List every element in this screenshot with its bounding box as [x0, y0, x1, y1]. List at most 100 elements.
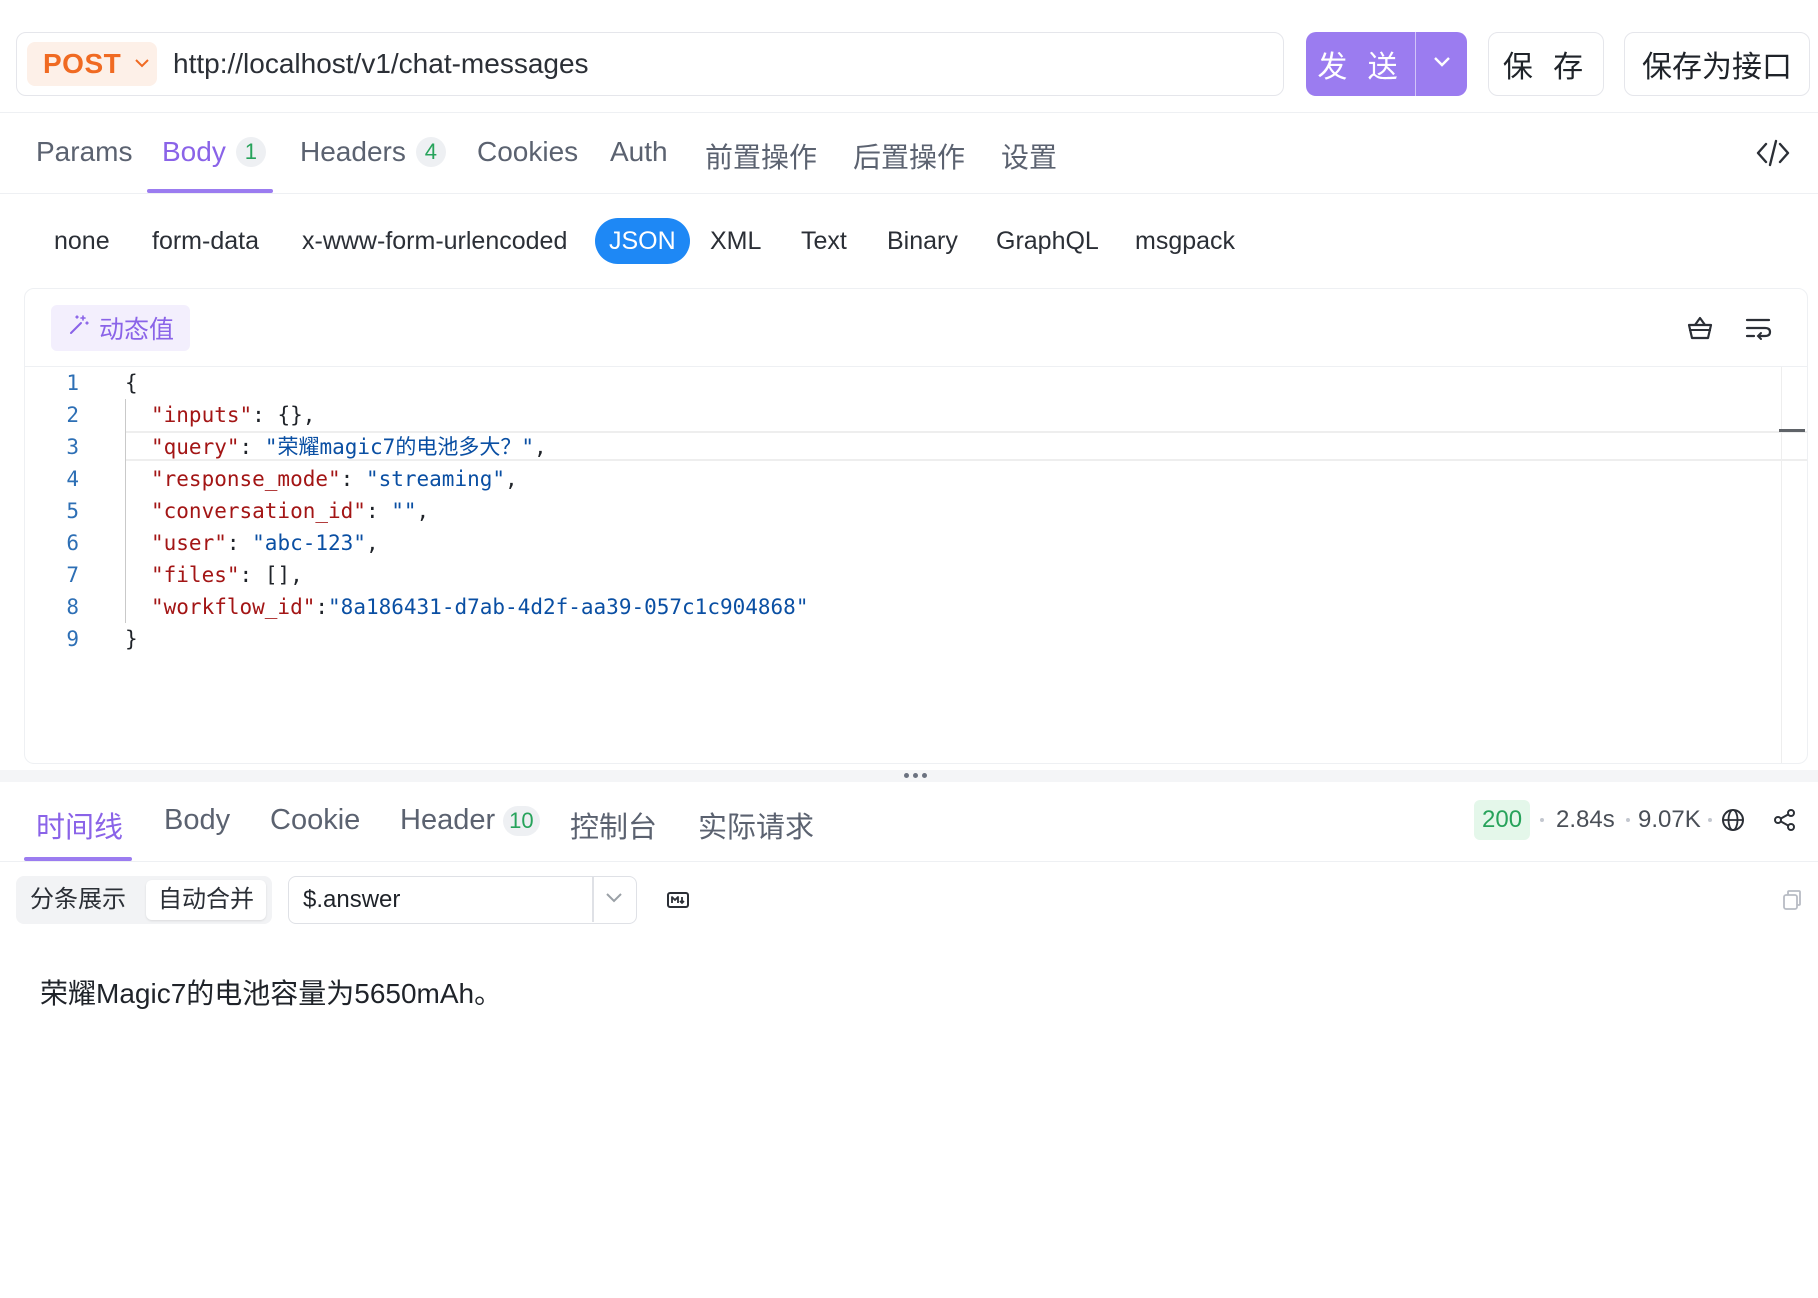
- tab-count-badge: 10: [503, 805, 540, 836]
- tab-auth[interactable]: Auth: [610, 136, 668, 168]
- body-type-xml[interactable]: XML: [710, 218, 761, 264]
- body-type-json[interactable]: JSON: [595, 218, 690, 264]
- tab-count-badge: 1: [235, 137, 266, 167]
- drag-handle-icon[interactable]: [904, 770, 928, 780]
- tab-label: Cookie: [270, 804, 361, 836]
- divider: [0, 112, 1818, 113]
- tab-timeline[interactable]: 时间线: [36, 804, 123, 846]
- editor-scrollbar[interactable]: [1781, 367, 1807, 763]
- tab-label: Header: [400, 804, 496, 836]
- save-button[interactable]: 保 存: [1488, 32, 1604, 96]
- tab-label: Body: [162, 136, 226, 167]
- json-value: []: [264, 563, 291, 587]
- split-display-option[interactable]: 分条展示: [18, 880, 138, 920]
- tab-settings[interactable]: 设置: [1001, 136, 1057, 176]
- separator-dot: [1540, 818, 1544, 822]
- code-line: "response_mode": "streaming",: [125, 463, 1781, 495]
- code-line: "query": "荣耀magic7的电池多大？",: [125, 431, 1781, 463]
- wrap-lines-icon[interactable]: [1743, 313, 1773, 348]
- json-value: "": [391, 499, 417, 523]
- code-line: "workflow_id":"8a186431-d7ab-4d2f-aa39-0…: [125, 591, 1781, 623]
- request-tabs: Params Body 1 Headers 4 Cookies Auth 前置操…: [0, 116, 1818, 194]
- send-options-button[interactable]: [1416, 32, 1467, 96]
- copy-icon[interactable]: [1780, 888, 1804, 917]
- body-type-urlencoded[interactable]: x-www-form-urlencoded: [302, 218, 567, 264]
- code-line: "user": "abc-123",: [125, 527, 1781, 559]
- json-value: "荣耀magic7的电池多大？": [264, 435, 534, 459]
- tab-cookies[interactable]: Cookies: [477, 136, 578, 168]
- json-tail: ,: [533, 435, 547, 459]
- tab-label: 实际请求: [698, 812, 815, 844]
- separator-dot: [1626, 818, 1630, 822]
- json-key: "query": [151, 435, 240, 459]
- tab-response-cookie[interactable]: Cookie: [270, 804, 360, 837]
- json-key: "response_mode": [151, 467, 341, 491]
- tab-actual-request[interactable]: 实际请求: [698, 804, 814, 846]
- method-select[interactable]: POST: [27, 42, 157, 86]
- response-size: 9.07K: [1638, 806, 1701, 833]
- code-icon[interactable]: [1756, 138, 1790, 173]
- line-number: 9: [66, 627, 79, 651]
- json-tail: ,: [505, 467, 518, 491]
- tab-label: 设置: [1001, 142, 1058, 173]
- tab-label: 控制台: [570, 812, 658, 844]
- json-tail: ,: [302, 403, 316, 427]
- body-type-text[interactable]: Text: [801, 218, 847, 264]
- json-key: "conversation_id": [151, 499, 366, 523]
- send-button[interactable]: 发 送: [1306, 32, 1416, 96]
- body-type-msgpack[interactable]: msgpack: [1135, 218, 1235, 264]
- globe-icon[interactable]: [1720, 807, 1746, 838]
- chevron-down-icon[interactable]: [605, 891, 623, 909]
- tab-post-actions[interactable]: 后置操作: [853, 136, 965, 176]
- share-icon[interactable]: [1772, 807, 1798, 838]
- json-sep: :: [239, 435, 265, 459]
- body-type-graphql[interactable]: GraphQL: [996, 218, 1099, 264]
- tab-headers[interactable]: Headers 4: [300, 136, 446, 168]
- tab-label: 后置操作: [853, 142, 966, 173]
- brace: }: [125, 627, 138, 651]
- code-line: }: [125, 623, 1781, 655]
- line-number: 8: [66, 595, 79, 619]
- line-number: 5: [66, 499, 79, 523]
- active-tab-indicator: [24, 857, 132, 861]
- code-area[interactable]: { "inputs": {}, "query": "荣耀magic7的电池多大？…: [125, 367, 1781, 655]
- jsonpath-select[interactable]: $.answer: [288, 876, 637, 924]
- display-mode-toggle: 分条展示 自动合并: [16, 876, 272, 924]
- url-input[interactable]: http://localhost/v1/chat-messages: [173, 48, 589, 80]
- json-key: "workflow_id": [151, 595, 316, 619]
- json-tail: ,: [290, 563, 303, 587]
- code-line: {: [125, 367, 1781, 399]
- tab-params[interactable]: Params: [36, 136, 132, 168]
- tab-console[interactable]: 控制台: [570, 804, 657, 846]
- chevron-down-icon: [135, 55, 149, 73]
- jsonpath-input[interactable]: $.answer: [303, 877, 400, 922]
- body-type-none[interactable]: none: [54, 218, 110, 264]
- body-type-binary[interactable]: Binary: [887, 218, 958, 264]
- dynamic-value-label: 动态值: [99, 316, 175, 344]
- json-sep: :: [239, 563, 265, 587]
- tab-count-badge: 4: [415, 137, 446, 167]
- json-value: {}: [277, 403, 303, 427]
- response-time: 2.84s: [1556, 806, 1615, 833]
- tab-response-header[interactable]: Header 10: [400, 804, 540, 837]
- body-type-form-data[interactable]: form-data: [152, 218, 259, 264]
- tab-response-body[interactable]: Body: [164, 804, 230, 837]
- markdown-icon[interactable]: [666, 888, 690, 917]
- beautify-icon[interactable]: [1685, 313, 1715, 348]
- url-bar: POST http://localhost/v1/chat-messages: [16, 32, 1284, 96]
- tab-label: Params: [36, 136, 133, 167]
- auto-merge-option[interactable]: 自动合并: [146, 880, 266, 920]
- code-line: "files": [],: [125, 559, 1781, 591]
- scrollbar-cursor-marker: [1779, 429, 1805, 432]
- tab-label: 时间线: [36, 812, 124, 844]
- brace: {: [125, 371, 138, 395]
- tab-body[interactable]: Body 1: [162, 136, 266, 168]
- divider: [592, 877, 594, 922]
- json-tail: ,: [416, 499, 430, 523]
- dynamic-value-button[interactable]: 动态值: [51, 305, 191, 351]
- tab-label: Auth: [610, 136, 668, 167]
- json-sep: :: [340, 467, 366, 491]
- tab-pre-actions[interactable]: 前置操作: [705, 136, 817, 176]
- json-value: "streaming": [365, 467, 506, 491]
- save-as-api-button[interactable]: 保存为接口: [1624, 32, 1810, 96]
